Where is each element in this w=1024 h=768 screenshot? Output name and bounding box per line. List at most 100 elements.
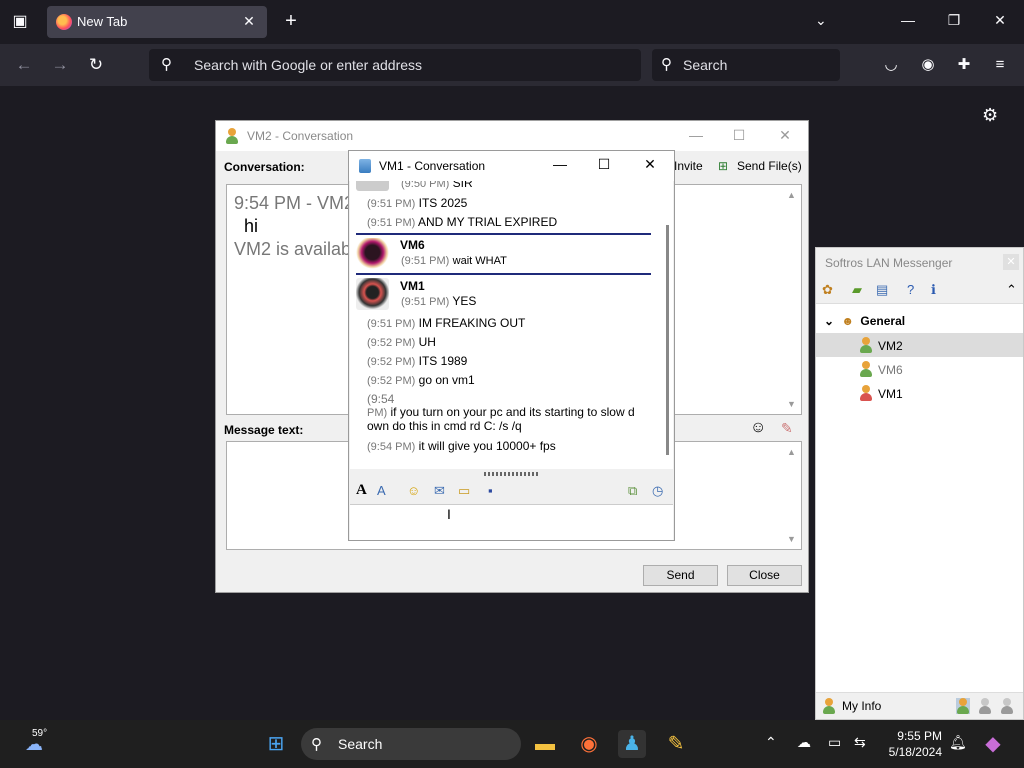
- list-all-tabs-icon[interactable]: ⌄: [815, 12, 827, 29]
- format-icon[interactable]: ✎: [781, 420, 793, 437]
- info-icon[interactable]: ℹ: [931, 282, 936, 298]
- tab-new-tab[interactable]: New Tab ✕: [47, 6, 267, 38]
- softros-footer: My Info: [816, 692, 1023, 719]
- address-bar[interactable]: ⚲ Search with Google or enter address: [149, 49, 641, 81]
- user-icon: [859, 361, 873, 377]
- user-list-item-vm6[interactable]: VM6: [816, 357, 1023, 381]
- restore-icon[interactable]: ❐: [944, 12, 964, 29]
- pocket-icon[interactable]: ◡: [881, 55, 901, 75]
- clock-date: 5/18/2024: [888, 745, 942, 759]
- tab-list-icon[interactable]: ▣: [8, 10, 32, 34]
- list-item: (9:54 PM) it will give you 10000+ fps: [367, 439, 556, 453]
- file-explorer-icon[interactable]: ▬: [531, 730, 559, 758]
- vm1-chat-log[interactable]: (9:50 PM) SIR (9:51 PM) ITS 2025 (9:51 P…: [350, 181, 673, 469]
- onedrive-icon[interactable]: ☁: [797, 734, 811, 751]
- send-files-button[interactable]: Send File(s): [737, 159, 802, 173]
- taskbar-search-label: Search: [338, 736, 383, 752]
- font-icon[interactable]: A: [356, 482, 367, 499]
- conv-line-message: hi: [244, 216, 259, 236]
- maximize-icon[interactable]: ☐: [729, 127, 749, 144]
- scroll-up-icon[interactable]: ▲: [787, 190, 796, 200]
- tab-title: New Tab: [77, 14, 128, 29]
- back-icon[interactable]: ←: [12, 53, 36, 77]
- save-icon[interactable]: ▪: [488, 483, 493, 498]
- folder-icon[interactable]: ▭: [458, 483, 470, 499]
- message-separator: [356, 233, 651, 235]
- notifications-icon[interactable]: 🔔︎: [949, 734, 967, 751]
- scroll-down-icon[interactable]: ▼: [787, 399, 796, 409]
- send-files-icon[interactable]: ▰: [852, 282, 862, 298]
- help-icon[interactable]: ?: [907, 282, 914, 297]
- firefox-icon[interactable]: ◉: [575, 730, 603, 758]
- status-icon[interactable]: ✿: [822, 282, 833, 298]
- font-color-icon[interactable]: A: [377, 483, 386, 498]
- chat-app-icon[interactable]: ✎: [662, 730, 690, 758]
- taskbar-search[interactable]: ⚲ Search: [301, 728, 521, 760]
- chevron-down-icon[interactable]: ⌄: [824, 314, 834, 328]
- reload-icon[interactable]: ↻: [84, 53, 108, 77]
- start-icon[interactable]: ⊞: [262, 730, 290, 758]
- close-icon[interactable]: ✕: [1003, 254, 1019, 270]
- search-icon: ⚲: [661, 56, 672, 73]
- minimize-icon[interactable]: —: [549, 156, 571, 172]
- scroll-up-icon[interactable]: ▲: [787, 447, 796, 457]
- history-icon[interactable]: ◷: [652, 483, 663, 499]
- maximize-icon[interactable]: ☐: [593, 156, 615, 173]
- softros-toolbar: ✿ ▰ ▤ ? ℹ ⌃: [816, 276, 1023, 304]
- status-away-icon[interactable]: [978, 698, 992, 714]
- forward-icon[interactable]: →: [48, 53, 72, 77]
- text-cursor-icon: I: [447, 506, 451, 522]
- search-bar[interactable]: ⚲ Search: [652, 49, 840, 81]
- new-tab-button[interactable]: +: [280, 10, 302, 32]
- chat-scrollbar[interactable]: [666, 225, 669, 455]
- conv-line-header: 9:54 PM - VM2: [234, 193, 355, 213]
- show-hidden-icons-icon[interactable]: ⌃: [765, 734, 777, 751]
- tab-close-icon[interactable]: ✕: [239, 11, 259, 31]
- user-icon: [225, 128, 239, 144]
- attach-icon[interactable]: ✉: [434, 483, 445, 499]
- close-icon[interactable]: ✕: [775, 127, 795, 144]
- copy-icon[interactable]: ⧉: [628, 483, 637, 499]
- list-item: (9:52 PM) go on vm1: [367, 373, 475, 387]
- taskbar-clock[interactable]: 9:55 PM 5/18/2024: [880, 728, 942, 760]
- invite-button[interactable]: Invite: [674, 159, 703, 173]
- scroll-down-icon[interactable]: ▼: [787, 534, 796, 544]
- status-available-icon[interactable]: [956, 698, 970, 714]
- msg-scrollbar[interactable]: ▲ ▼: [784, 442, 801, 549]
- my-info-button[interactable]: My Info: [842, 699, 881, 713]
- user-list-item-vm1[interactable]: VM1: [816, 381, 1023, 405]
- send-button[interactable]: Send: [643, 565, 718, 586]
- chevron-up-icon[interactable]: ⌃: [1006, 282, 1017, 298]
- close-window-icon[interactable]: ✕: [990, 12, 1010, 29]
- close-button[interactable]: Close: [727, 565, 802, 586]
- account-icon[interactable]: ◉: [918, 55, 938, 75]
- list-item: (9:52 PM) UH: [367, 335, 436, 349]
- menu-icon[interactable]: ≡: [990, 55, 1010, 75]
- display-icon[interactable]: ▭: [828, 734, 841, 751]
- emoticon-icon[interactable]: ☺: [750, 419, 766, 437]
- group-general[interactable]: ⌄ ☻ General: [824, 314, 905, 328]
- network-icon[interactable]: ⇆: [854, 734, 866, 751]
- vm1-format-toolbar: A A ☺ ✉ ▭ ▪ ⧉ ◷: [350, 479, 673, 503]
- browser-tab-bar: ▣ New Tab ✕ + ⌄ — ❐ ✕: [0, 0, 1024, 44]
- my-info-icon: [822, 698, 836, 714]
- user-list-item-vm2[interactable]: VM2: [816, 333, 1023, 357]
- vm1-message-input[interactable]: [350, 504, 673, 540]
- history-icon[interactable]: ▤: [876, 282, 888, 298]
- status-offline-icon[interactable]: [1000, 698, 1014, 714]
- group-icon: ☻: [841, 314, 855, 328]
- conv-scrollbar[interactable]: ▲ ▼: [784, 185, 801, 414]
- user-name: VM6: [878, 363, 903, 377]
- settings-gear-icon[interactable]: ⚙: [982, 105, 998, 126]
- splitter-grip[interactable]: [484, 472, 538, 476]
- address-placeholder: Search with Google or enter address: [194, 57, 423, 73]
- vm1-conversation-window: VM1 - Conversation — ☐ ✕ (9:50 PM) SIR (…: [348, 150, 675, 541]
- minimize-icon[interactable]: —: [898, 12, 918, 28]
- close-icon[interactable]: ✕: [639, 156, 661, 173]
- extensions-icon[interactable]: ✚: [954, 55, 974, 75]
- softros-icon[interactable]: ♟: [618, 730, 646, 758]
- emoticon-icon[interactable]: ☺: [407, 483, 420, 498]
- search-icon: ⚲: [311, 736, 322, 753]
- minimize-icon[interactable]: —: [686, 127, 706, 143]
- copilot-icon[interactable]: ◆: [979, 730, 1007, 758]
